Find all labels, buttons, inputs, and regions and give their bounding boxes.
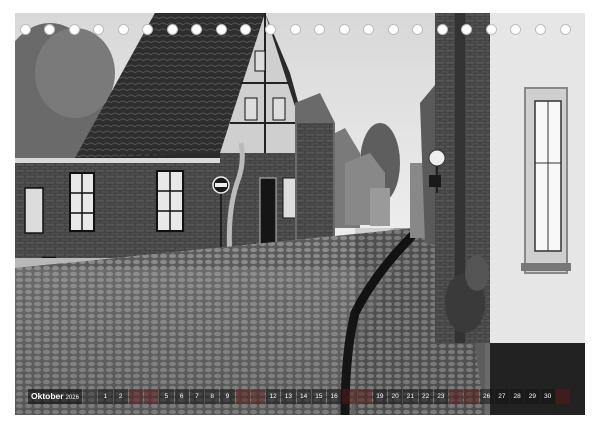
- binding-hole: [191, 24, 203, 35]
- day-cell: 14: [296, 389, 311, 404]
- spiral-binding: [0, 24, 600, 38]
- binding-hole: [264, 24, 276, 35]
- day-cell: [342, 389, 357, 404]
- binding-hole: [534, 24, 546, 35]
- day-cell: [144, 389, 159, 404]
- binding-hole: [19, 24, 31, 35]
- binding-hole: [93, 24, 105, 35]
- binding-hole: [387, 24, 399, 35]
- day-cell: 13: [281, 389, 296, 404]
- day-cell: 1: [98, 389, 113, 404]
- day-cell: [449, 389, 464, 404]
- day-cell: 29: [525, 389, 540, 404]
- calendar-strip: Oktober 2026 1 2 5 6 7 8 9 12 13 14 15 16 19 20 21 22 23 2…: [28, 389, 570, 404]
- calendar-page: Oktober 2026 1 2 5 6 7 8 9 12 13 14 15 16 19 20 21 22 23 2…: [0, 0, 600, 431]
- photo-frame: [15, 13, 585, 415]
- day-cell: 28: [510, 389, 525, 404]
- binding-hole: [559, 24, 571, 35]
- binding-hole: [314, 24, 326, 35]
- day-cell: 16: [327, 389, 342, 404]
- binding-hole: [44, 24, 56, 35]
- binding-hole: [142, 24, 154, 35]
- day-cell: [464, 389, 479, 404]
- binding-hole: [215, 24, 227, 35]
- binding-hole: [412, 24, 424, 35]
- binding-hole: [338, 24, 350, 35]
- binding-hole: [510, 24, 522, 35]
- binding-hole: [289, 24, 301, 35]
- day-cell: [357, 389, 372, 404]
- day-cell: 23: [433, 389, 448, 404]
- binding-hole: [436, 24, 448, 35]
- day-cell: [83, 389, 98, 404]
- binding-hole: [68, 24, 80, 35]
- day-cell: 8: [205, 389, 220, 404]
- day-row: 1 2 5 6 7 8 9 12 13 14 15 16 19 20 21 22 23 26 27 28 29 30: [82, 389, 570, 404]
- year-label: 2026: [65, 395, 79, 401]
- month-name: Oktober: [31, 391, 64, 401]
- day-cell: 22: [418, 389, 433, 404]
- day-cell: 21: [403, 389, 418, 404]
- binding-hole: [117, 24, 129, 35]
- day-cell: 30: [540, 389, 555, 404]
- day-cell: 26: [479, 389, 494, 404]
- street-photo: [15, 13, 585, 415]
- binding-hole: [240, 24, 252, 35]
- day-cell: [555, 389, 570, 404]
- day-cell: 7: [189, 389, 204, 404]
- day-cell: [128, 389, 143, 404]
- day-cell: 15: [311, 389, 326, 404]
- month-label: Oktober 2026: [28, 389, 82, 404]
- day-cell: 2: [113, 389, 128, 404]
- day-cell: 27: [494, 389, 509, 404]
- binding-hole: [166, 24, 178, 35]
- day-cell: 5: [159, 389, 174, 404]
- day-cell: [235, 389, 250, 404]
- day-cell: [250, 389, 265, 404]
- binding-hole: [363, 24, 375, 35]
- day-cell: 9: [220, 389, 235, 404]
- binding-hole: [461, 24, 473, 35]
- day-cell: 20: [388, 389, 403, 404]
- day-cell: 12: [266, 389, 281, 404]
- binding-hole: [485, 24, 497, 35]
- day-cell: 19: [372, 389, 387, 404]
- day-cell: 6: [174, 389, 189, 404]
